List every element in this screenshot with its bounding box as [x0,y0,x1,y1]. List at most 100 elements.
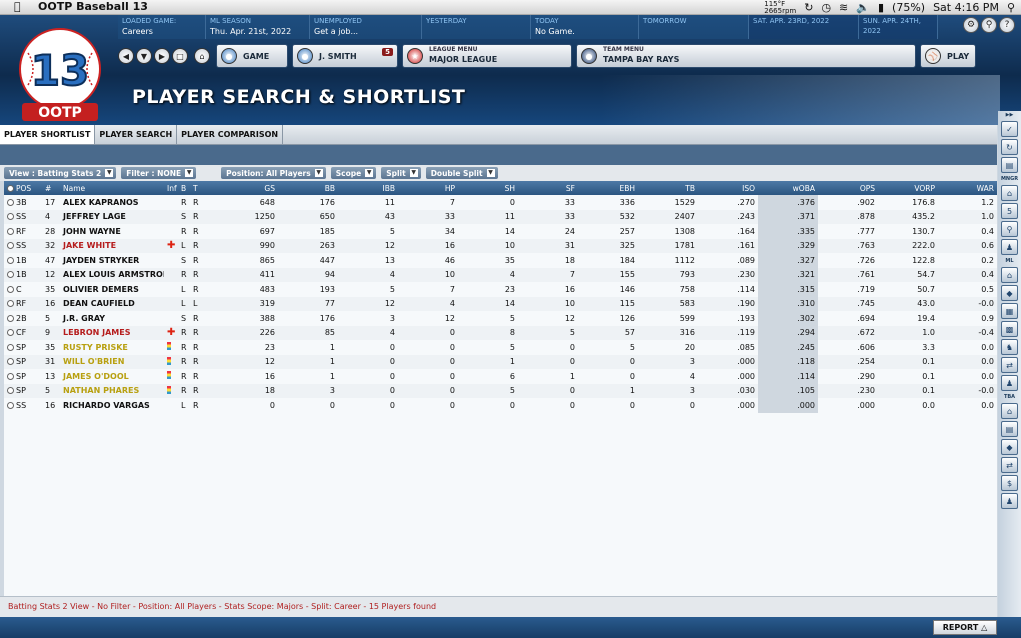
table-row[interactable]: 1B12ALEX LOUIS ARMSTRONGRR41194410471557… [4,267,997,282]
ml-field-icon[interactable]: ◆ [1001,285,1018,301]
tab-player-comparison[interactable]: PLAYER COMPARISON [177,125,284,144]
col-header-num[interactable]: # [42,181,60,195]
col-header-sh[interactable]: SH [458,181,518,195]
sidebar-expand-icon[interactable]: ▶▶ [998,111,1021,119]
refresh-icon[interactable]: ↻ [1001,139,1018,155]
row-select-radio[interactable] [7,256,14,264]
search-icon[interactable]: ⚲ [981,17,997,33]
tba-transactions-icon[interactable]: ⇄ [1001,457,1018,473]
col-header-name[interactable]: Name [60,181,164,195]
col-header-war[interactable]: WAR [938,181,997,195]
cell-player-name[interactable]: J.R. GRAY [60,311,164,326]
col-header-b[interactable]: B [178,181,190,195]
clock-icon[interactable]: ◷ [821,1,831,14]
double-split-dropdown[interactable]: Double Split ▼ [425,167,498,179]
home-icon[interactable]: ⌂ [194,48,210,64]
spotlight-search-icon[interactable]: ⚲ [1007,1,1015,14]
apple-icon[interactable]:  [14,0,21,13]
mngr-inbox-icon[interactable]: 5 [1001,203,1018,219]
cell-player-name[interactable]: ALEX KAPRANOS [60,195,164,210]
row-select-radio[interactable] [7,213,14,221]
battery-icon[interactable]: ▮ [878,1,884,14]
row-select-radio[interactable] [7,358,14,366]
col-header-hp[interactable]: HP [398,181,458,195]
col-header-bb[interactable]: BB [278,181,338,195]
clock-text[interactable]: Sat 4:16 PM [933,1,999,14]
pitcher-info-icon[interactable] [167,356,171,365]
today-cell[interactable]: TODAY No Game. [531,15,639,39]
row-select-radio[interactable] [7,343,14,351]
table-row[interactable]: 3B 17 ALEX KAPRANOS R R 648 176 11 7 0 33 336 1529 .2… [4,195,997,210]
col-header-pos[interactable]: POS [4,181,42,195]
col-header-ebh[interactable]: EBH [578,181,638,195]
team-menu-button[interactable]: ● TEAM MENU TAMPA BAY RAYS [576,44,916,68]
row-select-radio[interactable] [7,227,14,235]
col-header-tb[interactable]: TB [638,181,698,195]
employment-cell[interactable]: UNEMPLOYED Get a job... [310,15,422,39]
table-row[interactable]: SS 16 RICHARDO VARGAS L R 0 0 0 0 0 0 0 0.000.000.00… [4,398,997,413]
table-row[interactable]: CF 9 LEBRON JAMES ✚ R R 226 85 4 0 8 5 57 316.119.294… [4,325,997,340]
game-button[interactable]: ● GAME [216,44,288,68]
position-dropdown[interactable]: Position: All Players ▼ [221,167,326,179]
cell-player-name[interactable]: JAKE WHITE [60,238,164,253]
pitcher-info-icon[interactable] [167,342,171,351]
table-row[interactable]: SP 35 RUSTY PRISKE R R 23 1 0 0 5 0 5 20 .085.245 .606… [4,340,997,355]
row-select-radio[interactable] [7,198,14,206]
cell-player-name[interactable]: JAYDEN STRYKER [60,253,164,268]
cell-player-name[interactable]: RICHARDO VARGAS [60,398,164,413]
cell-player-name[interactable]: DEAN CAUFIELD [60,296,164,311]
cell-player-name[interactable]: RUSTY PRISKE [60,340,164,355]
col-header-inf[interactable]: Inf [164,181,178,195]
col-header-t[interactable]: T [190,181,202,195]
tba-field-icon[interactable]: ◆ [1001,439,1018,455]
injury-icon[interactable]: ✚ [167,327,175,338]
col-header-iso[interactable]: ISO [698,181,758,195]
injury-icon[interactable]: ✚ [167,240,175,251]
ml-home-icon[interactable]: ⌂ [1001,267,1018,283]
yesterday-cell[interactable]: YESTERDAY [422,15,531,39]
col-header-woba[interactable]: wOBA [758,181,818,195]
pitcher-info-icon[interactable] [167,371,171,380]
cell-player-name[interactable]: NATHAN PHARES [60,383,164,398]
mngr-home-icon[interactable]: ⌂ [1001,185,1018,201]
table-row[interactable]: SP 31 WILL O'BRIEN R R 12 1 0 0 1 0 0 3.000.118.254 0… [4,354,997,369]
col-header-sf[interactable]: SF [518,181,578,195]
col-header-gs[interactable]: GS [202,181,278,195]
cell-player-name[interactable]: JOHN WAYNE [60,224,164,239]
row-select-radio[interactable] [7,387,14,395]
forward-icon[interactable]: ▶ [154,48,170,64]
cell-player-name[interactable]: ALEX LOUIS ARMSTRONG [60,267,164,282]
manager-button[interactable]: ● J. SMITH 5 [292,44,398,68]
report-button[interactable]: REPORT △ [933,620,997,635]
cell-player-name[interactable]: JAMES O'DOOL [60,369,164,384]
cell-player-name[interactable]: OLIVIER DEMERS [60,282,164,297]
ml-player-icon[interactable]: ♟ [1001,375,1018,391]
col-header-ibb[interactable]: IBB [338,181,398,195]
table-row[interactable]: SP 13 JAMES O'DOOL R R 16 1 0 0 6 1 0 4 .000.114 .290 0… [4,369,997,384]
mngr-person-icon[interactable]: ♟ [1001,239,1018,255]
row-select-radio[interactable] [7,372,14,380]
sync-icon[interactable]: ↻ [804,1,813,14]
table-row[interactable]: SS 4 JEFFREY LAGE S R 1250 650 43 33 11 33 532 2407.… [4,209,997,224]
table-row[interactable]: RF 28 JOHN WAYNE R R 697 185 5 34 14 24 257 1308 .164… [4,224,997,239]
scope-dropdown[interactable]: Scope ▼ [330,167,377,179]
checkmark-icon[interactable]: ✓ [1001,121,1018,137]
tba-player-icon[interactable]: ♟ [1001,493,1018,509]
two-days-after-cell[interactable]: Sun. Apr. 24th, 2022 [859,15,938,39]
document-icon[interactable]: ▤ [1001,157,1018,173]
row-select-radio[interactable] [7,401,14,409]
col-header-vorp[interactable]: VORP [878,181,938,195]
table-row[interactable]: C 35 OLIVIER DEMERS L R 483 193 5 7 23 16 146 758 .11… [4,282,997,297]
back-icon[interactable]: ◀ [118,48,134,64]
row-select-radio[interactable] [7,242,14,250]
row-select-radio[interactable] [7,285,14,293]
table-row[interactable]: SP 5 NATHAN PHARES R R 18 3 0 0 5 0 1 3.030.105.230 0… [4,383,997,398]
tab-player-shortlist[interactable]: PLAYER SHORTLIST [0,125,96,144]
day-after-cell[interactable]: Sat. Apr. 23rd, 2022 [749,15,859,39]
col-header-ops[interactable]: OPS [818,181,878,195]
mngr-search-icon[interactable]: ⚲ [1001,221,1018,237]
row-select-radio[interactable] [7,329,14,337]
tba-roster-icon[interactable]: ▤ [1001,421,1018,437]
filter-dropdown[interactable]: Filter : NONE ▼ [121,167,197,179]
wifi-icon[interactable]: ≋ [839,1,848,14]
